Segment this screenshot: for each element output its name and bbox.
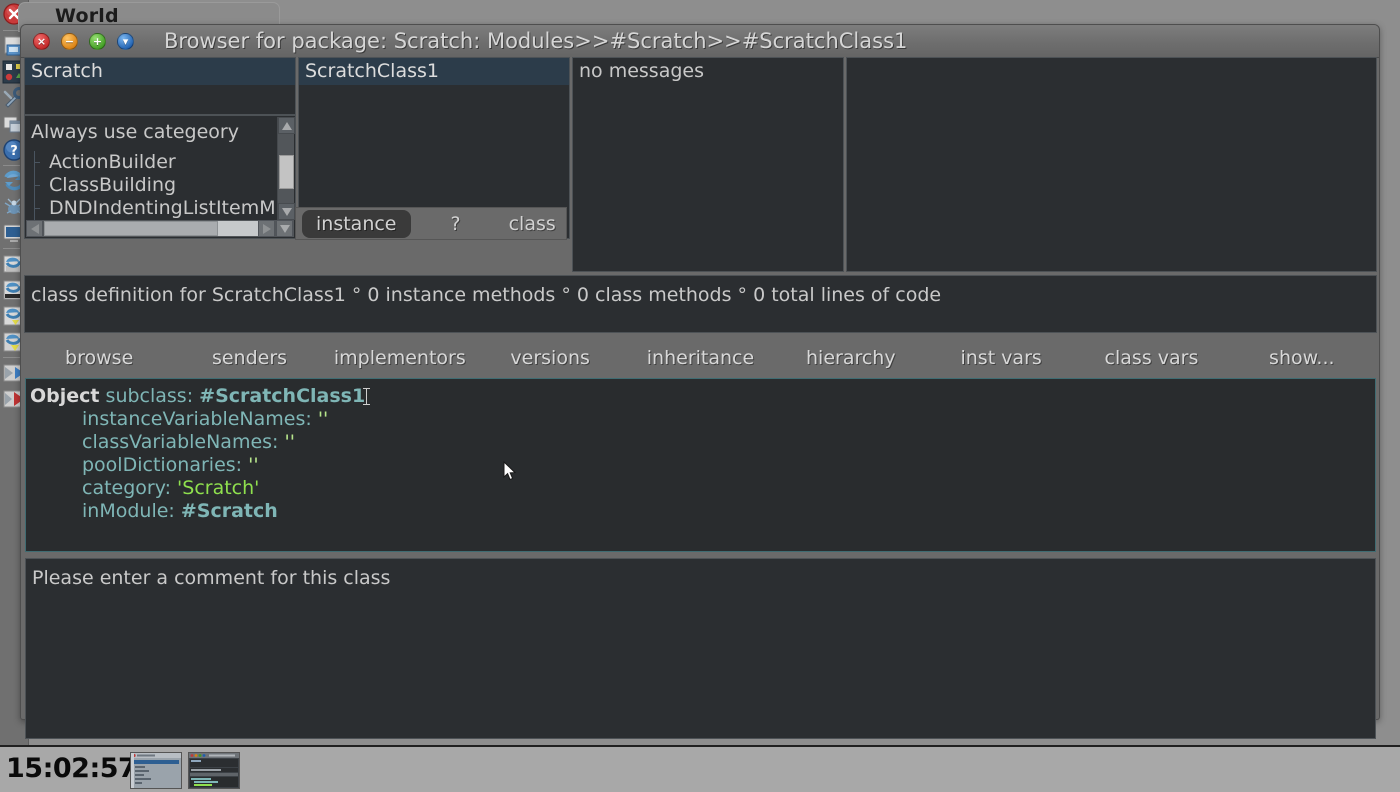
scroll-right-icon[interactable] (258, 220, 275, 237)
categories-pane[interactable]: Always use categeory ActionBuilder Class… (24, 115, 296, 239)
code-token-object: Object (30, 385, 100, 407)
screen: ? World × − + ▾ Browser for package: Scr… (0, 0, 1400, 792)
list-item-scratch-package[interactable]: Scratch (25, 58, 295, 85)
status-text: class definition for ScratchClass1 ° 0 i… (31, 284, 942, 306)
taskbar: 15:02:57 (0, 745, 1400, 792)
categories-vertical-scrollbar[interactable] (277, 117, 295, 220)
scroll-down-icon[interactable] (278, 203, 295, 220)
hscroll-track[interactable] (218, 221, 258, 236)
implementors-button[interactable]: implementors (325, 347, 475, 369)
protocols-pane[interactable] (846, 57, 1377, 272)
mouse-cursor (503, 460, 517, 482)
code-token-pooldictionaries: poolDictionaries: (82, 454, 249, 476)
list-item-actionbuilder[interactable]: ActionBuilder (29, 151, 295, 174)
status-info-pane: class definition for ScratchClass1 ° 0 i… (24, 275, 1377, 333)
hierarchy-button[interactable]: hierarchy (776, 347, 926, 369)
browse-button[interactable]: browse (24, 347, 174, 369)
window-menu-button[interactable]: ▾ (117, 33, 134, 50)
tab-instance[interactable]: instance (302, 209, 411, 238)
messages-pane[interactable]: no messages (572, 57, 844, 272)
packages-pane[interactable]: Scratch (24, 57, 296, 115)
code-line-6: inModule: #Scratch (30, 500, 1375, 523)
categories-horizontal-scrollbar[interactable] (26, 220, 294, 237)
list-item-dndindentinglistitemm[interactable]: DNDIndentingListItemM (29, 197, 295, 220)
scroll-thumb[interactable] (279, 155, 294, 189)
categories-header[interactable]: Always use categeory (25, 116, 295, 145)
class-comment-pane[interactable]: Please enter a comment for this class (25, 558, 1376, 739)
tab-question[interactable]: ? (437, 210, 475, 238)
list-item-no-messages[interactable]: no messages (573, 58, 843, 85)
minimize-window-button[interactable]: − (61, 33, 78, 50)
code-token-category: category: (82, 477, 178, 499)
text-caret (363, 388, 371, 405)
inst-vars-button[interactable]: inst vars (926, 347, 1076, 369)
inheritance-button[interactable]: inheritance (625, 347, 775, 369)
code-line-4: poolDictionaries: '' (30, 454, 1375, 477)
code-token-pooldictionaries-value: '' (248, 454, 259, 476)
tab-class[interactable]: class (495, 210, 570, 238)
code-token-inmodule-value: #Scratch (180, 500, 278, 522)
code-token-classvarnames-value: '' (284, 431, 295, 453)
show-button[interactable]: show... (1227, 347, 1377, 369)
instance-class-switch[interactable]: instance ? class (295, 207, 567, 240)
code-token-inmodule: inModule: (82, 500, 181, 522)
maximize-window-button[interactable]: + (89, 33, 106, 50)
action-button-bar[interactable]: browse senders implementors versions inh… (24, 337, 1377, 378)
close-window-button[interactable]: × (33, 33, 50, 50)
window-title: Browser for package: Scratch: Modules>>#… (164, 29, 908, 53)
scroll-down-corner-icon[interactable] (276, 220, 293, 237)
svg-text:?: ? (10, 144, 18, 159)
code-line-3: classVariableNames: '' (30, 431, 1375, 454)
code-line-5: category: 'Scratch' (30, 477, 1375, 500)
browser-window: × − + ▾ Browser for package: Scratch: Mo… (20, 24, 1380, 739)
world-window-thumbnail[interactable] (130, 752, 182, 789)
scroll-left-icon[interactable] (26, 220, 43, 237)
code-editor[interactable]: Object subclass: #ScratchClass1 instance… (25, 378, 1376, 552)
class-comment-text: Please enter a comment for this class (32, 567, 391, 589)
code-token-category-value: 'Scratch' (177, 477, 260, 499)
code-token-subclass: subclass: (99, 385, 200, 407)
senders-button[interactable]: senders (174, 347, 324, 369)
versions-button[interactable]: versions (475, 347, 625, 369)
code-token-classname: #ScratchClass1 (199, 385, 366, 407)
browser-window-thumbnail[interactable] (188, 752, 240, 789)
code-token-instvarnames-value: '' (317, 408, 329, 430)
list-item-scratchclass1[interactable]: ScratchClass1 (299, 58, 569, 85)
class-vars-button[interactable]: class vars (1076, 347, 1226, 369)
code-line-1: Object subclass: #ScratchClass1 (30, 385, 1375, 408)
scroll-up-icon[interactable] (278, 117, 295, 134)
code-token-instvarnames: instanceVariableNames: (82, 408, 318, 430)
taskbar-clock: 15:02:57 (6, 753, 137, 784)
code-token-classvarnames: classVariableNames: (82, 431, 285, 453)
title-bar[interactable]: × − + ▾ Browser for package: Scratch: Mo… (21, 25, 1379, 58)
code-line-2: instanceVariableNames: '' (30, 408, 1375, 431)
list-panes-row: Scratch Always use categeory ActionBuild… (24, 57, 1377, 272)
hscroll-thumb[interactable] (44, 221, 218, 236)
list-item-classbuilding[interactable]: ClassBuilding (29, 174, 295, 197)
